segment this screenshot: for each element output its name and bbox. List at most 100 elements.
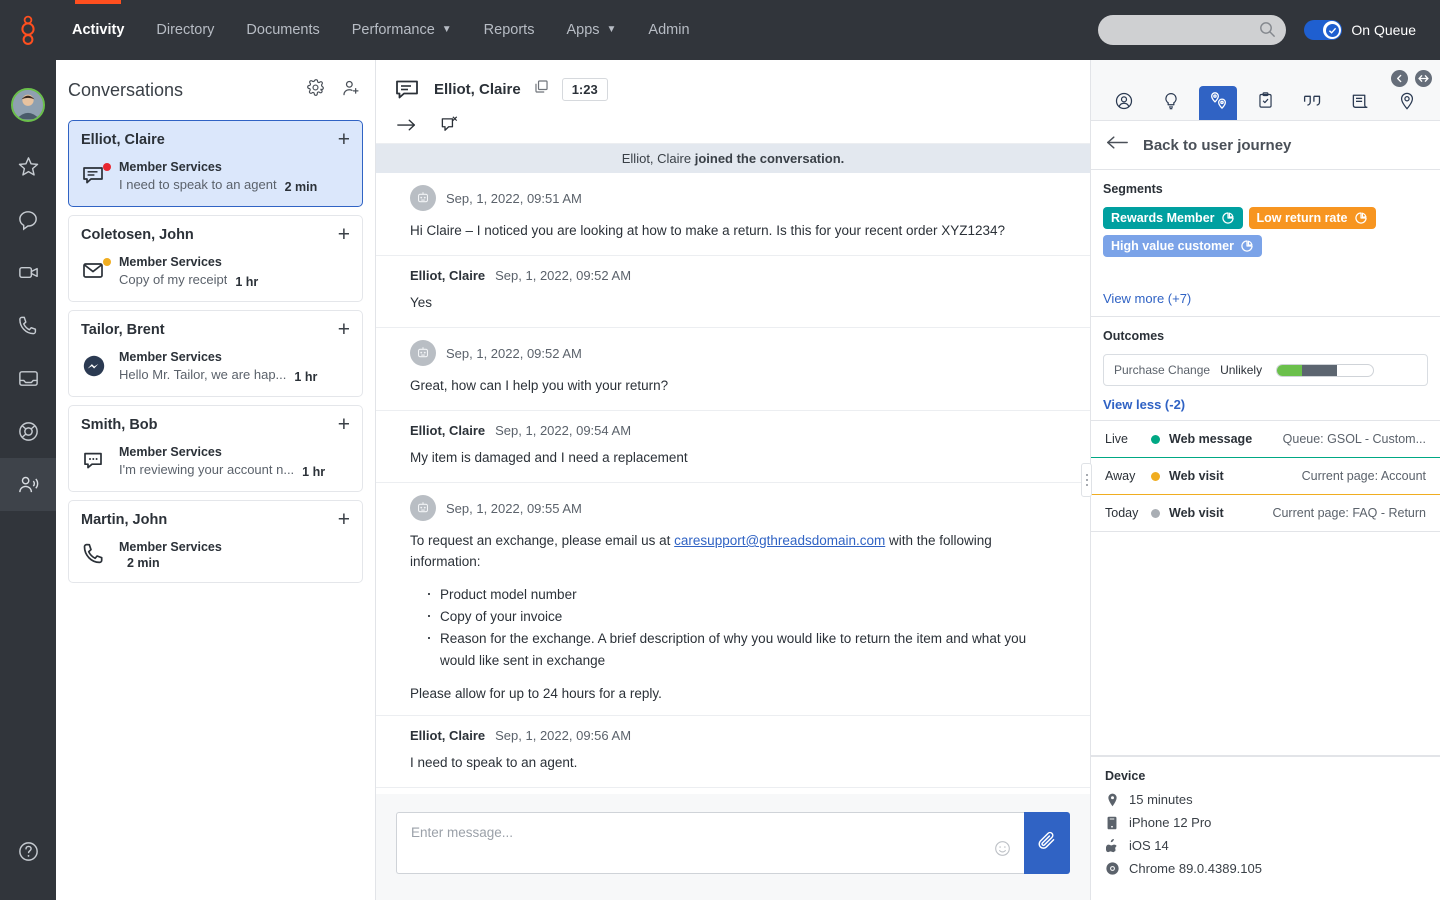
- message-time: Sep, 1, 2022, 09:56 AM: [495, 728, 632, 743]
- message-text: To request an exchange, please email us …: [410, 530, 1056, 572]
- conversation-list[interactable]: Elliot, Claire + Member Services I need …: [56, 120, 375, 900]
- conversation-item[interactable]: Smith, Bob + Member Services I'm reviewi…: [68, 405, 363, 492]
- chat-bubble-icon: [17, 208, 40, 231]
- message-input[interactable]: [411, 825, 963, 840]
- tab-journey[interactable]: [1199, 86, 1238, 120]
- journey-row[interactable]: Today Web visit Current page: FAQ - Retu…: [1091, 495, 1440, 531]
- sidebar-item-favorites[interactable]: [0, 140, 56, 193]
- nav-item-admin[interactable]: Admin: [632, 0, 705, 60]
- search-icon: [1259, 21, 1276, 43]
- sidebar-item-video[interactable]: [0, 246, 56, 299]
- segments-view-more[interactable]: View more (+7): [1103, 291, 1428, 306]
- message-head: Sep, 1, 2022, 09:52 AM: [410, 340, 1056, 366]
- sidebar-item-cobrowse[interactable]: [0, 405, 56, 458]
- segment-chip[interactable]: Low return rate: [1248, 207, 1376, 229]
- conversation-preview-row: Copy of my receipt 1 hr: [119, 271, 350, 289]
- outcome-row: Purchase Change Unlikely: [1103, 354, 1428, 386]
- outcomes-view-less[interactable]: View less (-2): [1103, 397, 1185, 412]
- status-dot: [1151, 508, 1160, 518]
- chat-disconnect-icon[interactable]: [438, 115, 459, 135]
- nav-item-directory[interactable]: Directory: [140, 0, 230, 60]
- global-search[interactable]: [1098, 15, 1287, 45]
- sidebar-item-inbox[interactable]: [0, 352, 56, 405]
- composer-box[interactable]: [396, 812, 1024, 874]
- nav-item-documents[interactable]: Documents: [230, 0, 335, 60]
- back-to-user-journey[interactable]: Back to user journey: [1091, 120, 1440, 170]
- conversations-panel: Conversations Elliot, Claire + Member Se…: [56, 60, 376, 900]
- quotes-icon: [1302, 91, 1323, 115]
- clipboard-check-icon: [1256, 91, 1275, 115]
- nav-item-apps[interactable]: Apps ▼: [550, 0, 632, 60]
- conversation-preview-row: Hello Mr. Tailor, we are hap... 1 hr: [119, 366, 350, 384]
- web-message-icon: [81, 163, 119, 189]
- chevron-down-icon: ▼: [606, 24, 617, 35]
- system-message: Elliot, Claire joined the conversation.: [376, 144, 1090, 173]
- smiley-icon[interactable]: [994, 840, 1011, 862]
- conversation-item-body: Member Services I need to speak to an ag…: [81, 158, 350, 194]
- add-participant-icon[interactable]: +: [338, 129, 350, 150]
- message-time: Sep, 1, 2022, 09:55 AM: [446, 500, 582, 516]
- segment-chip[interactable]: Rewards Member: [1103, 207, 1243, 229]
- message-text: My item is damaged and I need a replacem…: [410, 450, 688, 465]
- conversation-queue: Member Services: [119, 445, 222, 459]
- on-queue-control[interactable]: On Queue: [1304, 20, 1416, 40]
- journey-row[interactable]: Live Web message Queue: GSOL - Custom...: [1091, 421, 1440, 457]
- conversation-item-body: Member Services I'm reviewing your accou…: [81, 443, 350, 479]
- add-participant-icon[interactable]: +: [338, 414, 350, 435]
- tab-profile[interactable]: [1105, 86, 1143, 120]
- message-time: Sep, 1, 2022, 09:52 AM: [446, 345, 582, 361]
- conversation-item[interactable]: Coletosen, John + Member Services Copy o…: [68, 215, 363, 302]
- on-queue-toggle[interactable]: [1304, 20, 1343, 40]
- attach-button[interactable]: [1024, 812, 1070, 874]
- nav-item-reports[interactable]: Reports: [468, 0, 551, 60]
- arrow-right-icon[interactable]: [396, 116, 418, 134]
- add-participant-icon[interactable]: +: [338, 224, 350, 245]
- conversation-item[interactable]: Martin, John + Member Services 2 min: [68, 500, 363, 583]
- sidebar-item-call[interactable]: [0, 299, 56, 352]
- sidebar-item-help[interactable]: [0, 825, 56, 878]
- message-head: Elliot, Claire Sep, 1, 2022, 09:56 AM: [410, 728, 1056, 743]
- tab-notes[interactable]: [1294, 86, 1332, 120]
- segment-chips: Rewards Member Low return rate High valu…: [1103, 207, 1428, 257]
- journey-kind: Web visit: [1169, 506, 1224, 520]
- sidebar-item-chat[interactable]: [0, 193, 56, 246]
- email-link[interactable]: caresupport@gthreadsdomain.com: [674, 533, 885, 548]
- message-thread[interactable]: Elliot, Claire joined the conversation. …: [376, 144, 1090, 794]
- avatar[interactable]: [11, 88, 45, 122]
- tab-insights[interactable]: [1152, 86, 1190, 120]
- sidebar-item-interactions[interactable]: [0, 458, 56, 511]
- agent-people-icon: [17, 473, 40, 496]
- device-label: iOS 14: [1129, 838, 1169, 853]
- message-time: Sep, 1, 2022, 09:52 AM: [495, 268, 632, 283]
- journey-row[interactable]: Away Web visit Current page: Account: [1091, 458, 1440, 494]
- expand-circle-icon[interactable]: [1415, 70, 1432, 87]
- nav-item-label: Apps: [566, 22, 600, 38]
- conversation-item[interactable]: Elliot, Claire + Member Services I need …: [68, 120, 363, 207]
- conversation-item[interactable]: Tailor, Brent + Member Services Hello Mr…: [68, 310, 363, 397]
- segments-card: Segments Rewards Member Low return rate …: [1091, 170, 1440, 317]
- chevron-left-circle-icon[interactable]: [1391, 70, 1408, 87]
- person-plus-icon[interactable]: [341, 78, 361, 103]
- nav-item-activity[interactable]: Activity: [56, 0, 140, 60]
- nav-item-label: Performance: [351, 22, 435, 38]
- message-row: Sep, 1, 2022, 09:52 AM Great, how can I h…: [376, 328, 1090, 411]
- add-participant-icon[interactable]: +: [338, 319, 350, 340]
- gear-icon[interactable]: [306, 78, 325, 102]
- tab-transcript[interactable]: [1341, 86, 1379, 120]
- genesys-logo-icon[interactable]: [0, 0, 56, 60]
- conversation-preview-row: 2 min: [119, 556, 350, 570]
- nav-item-performance[interactable]: Performance ▼: [336, 0, 468, 60]
- status-dot: [1151, 471, 1160, 481]
- segment-chip[interactable]: High value customer: [1103, 235, 1262, 257]
- tab-location[interactable]: [1388, 86, 1426, 120]
- conversation-item-text: Member Services Copy of my receipt 1 hr: [119, 253, 350, 289]
- add-participant-icon[interactable]: +: [338, 509, 350, 530]
- copy-icon[interactable]: [533, 78, 550, 100]
- conversation-time: 1 hr: [235, 275, 259, 289]
- search-input[interactable]: [1110, 22, 1275, 38]
- conversation-item-text: Member Services 2 min: [119, 538, 350, 570]
- tab-scripts[interactable]: [1246, 86, 1284, 120]
- conversations-header: Conversations: [56, 60, 375, 120]
- conversation-timer: 1:23: [561, 77, 608, 101]
- panel-resize-handle[interactable]: [1081, 463, 1092, 497]
